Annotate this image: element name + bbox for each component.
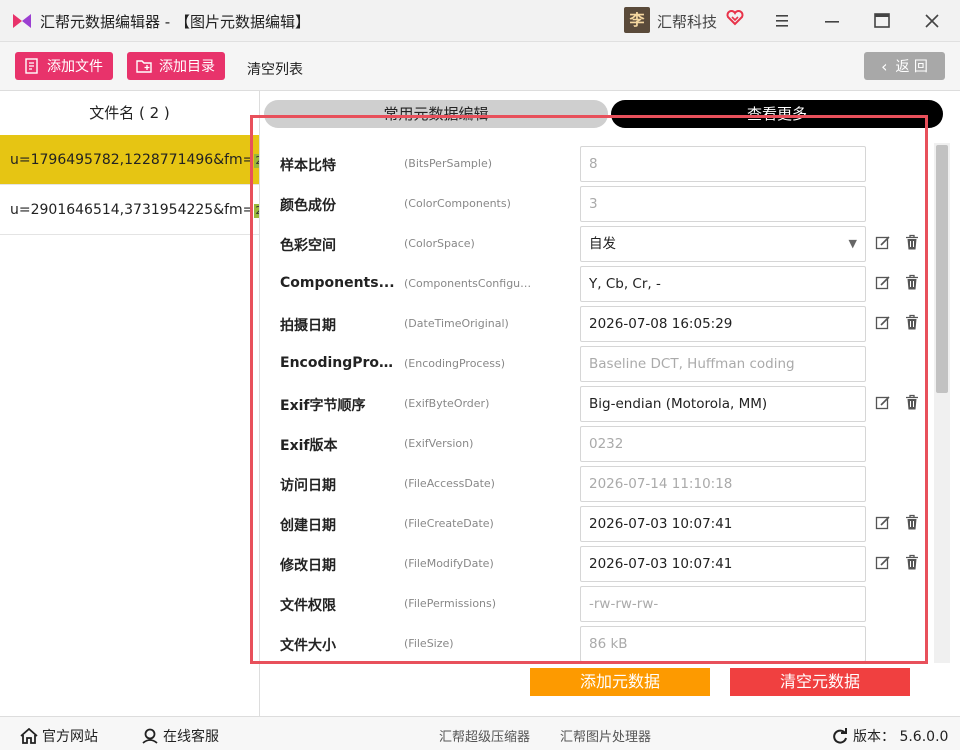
customer-service-icon [142,728,158,744]
scrollbar[interactable] [934,143,950,663]
image-tool-link[interactable]: 汇帮图片处理器 [560,726,651,745]
file-name: u=2901646514,3731954225&fm= [10,202,255,218]
menu-icon[interactable] [772,12,792,30]
version-label: 版本： 5.6.0.0 [853,729,949,745]
add-file-button[interactable]: 添加文件 [15,52,113,80]
highlight-frame [250,115,928,664]
online-service-link[interactable]: 在线客服 [141,726,219,746]
file-icon [25,58,38,74]
version-info: 版本： 5.6.0.0 [831,726,948,746]
footer: 官方网站 在线客服 汇帮超级压缩器 汇帮图片处理器 版本： 5.6.0.0 [0,716,960,750]
refresh-icon [833,728,847,744]
minimize-icon[interactable] [822,12,842,30]
window-title: 汇帮元数据编辑器 - 【图片元数据编辑】 [40,13,310,31]
chevron-left-icon: ‹ [881,56,888,76]
back-label: 返 回 [895,59,928,75]
scrollbar-thumb[interactable] [936,145,948,393]
compressor-link[interactable]: 汇帮超级压缩器 [439,726,530,745]
file-list-panel: 文件名 ( 2 ) u=1796495782,1228771496&fm=2( … [0,91,260,716]
add-metadata-button[interactable]: 添加元数据 [530,668,710,696]
clear-metadata-button[interactable]: 清空元数据 [730,668,910,696]
folder-add-icon [136,60,152,73]
file-row[interactable]: u=2901646514,3731954225&fm=2( [0,185,259,235]
official-website-link[interactable]: 官方网站 [20,726,98,746]
home-icon [20,728,38,744]
heart-icon[interactable] [726,9,744,27]
file-row[interactable]: u=1796495782,1228771496&fm=2( [0,135,259,185]
title-bar: 汇帮元数据编辑器 - 【图片元数据编辑】 李 汇帮科技 [0,0,960,42]
add-file-label: 添加文件 [47,59,103,75]
add-directory-button[interactable]: 添加目录 [127,52,225,80]
file-list-header: 文件名 ( 2 ) [89,104,170,122]
brand-name[interactable]: 汇帮科技 [657,11,717,32]
brand-avatar[interactable]: 李 [624,7,650,33]
online-service-label: 在线客服 [163,729,219,745]
clear-list-button[interactable]: 清空列表 [247,59,303,79]
add-directory-label: 添加目录 [159,59,215,75]
close-icon[interactable] [922,12,942,30]
maximize-icon[interactable] [872,12,892,30]
app-logo-icon [13,14,31,28]
official-website-label: 官方网站 [42,729,98,745]
toolbar: 添加文件 添加目录 清空列表 ‹ 返 回 [0,42,960,91]
file-name: u=1796495782,1228771496&fm= [10,152,255,168]
back-button[interactable]: ‹ 返 回 [864,52,945,80]
